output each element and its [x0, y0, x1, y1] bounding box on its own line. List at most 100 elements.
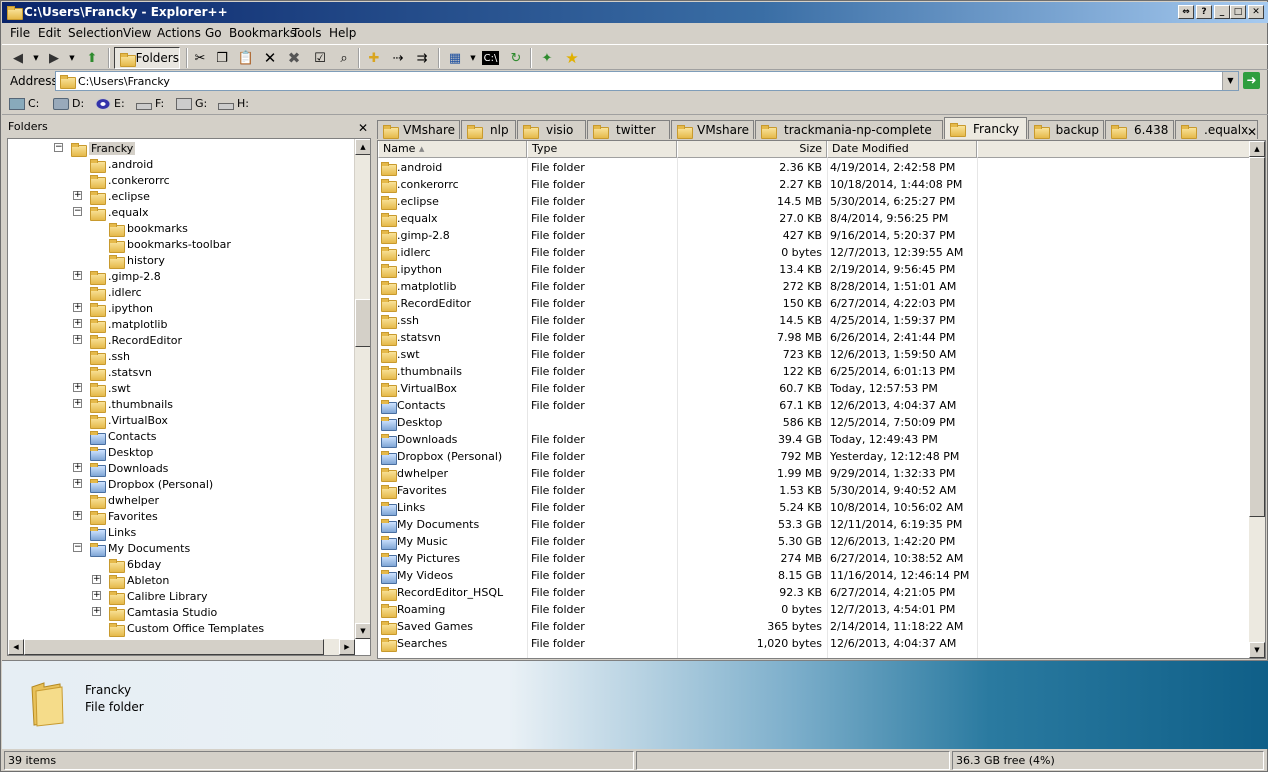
- expand-icon[interactable]: +: [73, 383, 82, 392]
- tab-vmshare[interactable]: VMshare: [377, 120, 460, 139]
- table-row[interactable]: .matplotlib File folder 272 KB 8/28/2014, 1…: [378, 278, 1250, 295]
- title-bar[interactable]: C:\Users\Francky - Explorer++ ⇔ ? _ □ ✕: [2, 2, 1268, 23]
- tree-item[interactable]: Downloads: [89, 460, 168, 477]
- drive-e[interactable]: E:: [95, 97, 125, 110]
- delete-icon[interactable]: ✖: [284, 48, 304, 68]
- table-row[interactable]: .statsvn File folder 7.98 MB 6/26/2014, 2:4…: [378, 329, 1250, 346]
- scroll-down-icon[interactable]: ▼: [1249, 642, 1265, 658]
- tab-nlp[interactable]: nlp: [461, 120, 516, 139]
- tree-item[interactable]: .VirtualBox: [89, 412, 168, 429]
- expand-icon[interactable]: +: [73, 399, 82, 408]
- tree-item[interactable]: Ableton: [108, 572, 169, 589]
- table-row[interactable]: .conkerorrc File folder 2.27 KB 10/18/2014,…: [378, 176, 1250, 193]
- menu-tools[interactable]: Tools: [292, 26, 322, 40]
- chevron-down-icon[interactable]: ▼: [1222, 72, 1238, 90]
- refresh-icon[interactable]: ↻: [506, 48, 526, 68]
- close-button[interactable]: ✕: [1248, 5, 1264, 19]
- table-row[interactable]: .gimp-2.8 File folder 427 KB 9/16/2014, 5:2…: [378, 227, 1250, 244]
- table-row[interactable]: My Videos File folder 8.15 GB 11/16/2014, 1…: [378, 567, 1250, 584]
- help-icon[interactable]: ?: [1196, 5, 1212, 19]
- table-row[interactable]: Searches File folder 1,020 bytes 12/6/2013,…: [378, 635, 1250, 652]
- drive-h[interactable]: H:: [218, 97, 249, 110]
- tree-item[interactable]: bookmarks-toolbar: [108, 236, 231, 253]
- tree-item[interactable]: Contacts: [89, 428, 157, 445]
- move-folder-icon[interactable]: ⇉: [412, 48, 432, 68]
- collapse-icon[interactable]: −: [73, 207, 82, 216]
- expand-icon[interactable]: +: [73, 271, 82, 280]
- menu-selection[interactable]: Selection: [68, 26, 123, 40]
- tree-item[interactable]: .ipython: [89, 300, 153, 317]
- tree-item[interactable]: Camtasia Studio: [108, 604, 217, 621]
- expand-icon[interactable]: +: [73, 511, 82, 520]
- drive-c[interactable]: C:: [9, 97, 39, 110]
- table-row[interactable]: .equalx File folder 27.0 KB 8/4/2014, 9:56:…: [378, 210, 1250, 227]
- up-folder-icon[interactable]: ⬆: [82, 48, 102, 68]
- views-dropdown-icon[interactable]: ▼: [463, 48, 483, 68]
- expand-icon[interactable]: +: [92, 591, 101, 600]
- table-row[interactable]: Links File folder 5.24 KB 10/8/2014, 10:56:…: [378, 499, 1250, 516]
- scroll-thumb[interactable]: [1249, 157, 1265, 517]
- tree-item[interactable]: .swt: [89, 380, 131, 397]
- scroll-up-icon[interactable]: ▲: [1249, 141, 1265, 157]
- bookmarks-star-icon[interactable]: ★: [562, 48, 582, 68]
- expand-icon[interactable]: +: [92, 607, 101, 616]
- properties-icon[interactable]: ☑: [310, 48, 330, 68]
- table-row[interactable]: .ipython File folder 13.4 KB 2/19/2014, 9:5…: [378, 261, 1250, 278]
- menu-edit[interactable]: Edit: [38, 26, 61, 40]
- forward-dropdown-icon[interactable]: ▼: [62, 48, 82, 68]
- add-bookmark-icon[interactable]: ✦: [537, 48, 557, 68]
- back-icon[interactable]: ◀: [8, 48, 28, 68]
- list-vertical-scrollbar[interactable]: ▲ ▼: [1249, 141, 1265, 658]
- copy-icon[interactable]: ❐: [212, 48, 232, 68]
- tree-item[interactable]: .ssh: [89, 348, 130, 365]
- scroll-left-icon[interactable]: ◀: [8, 639, 24, 655]
- tree-item[interactable]: .RecordEditor: [89, 332, 182, 349]
- tree-item[interactable]: Francky: [70, 140, 136, 157]
- table-row[interactable]: Contacts File folder 67.1 KB 12/6/2013, 4:0…: [378, 397, 1250, 414]
- forward-icon[interactable]: ▶: [44, 48, 64, 68]
- table-row[interactable]: Saved Games File folder 365 bytes 2/14/2014…: [378, 618, 1250, 635]
- tab--equalx[interactable]: .equalx: [1175, 120, 1258, 139]
- tab-vmshare[interactable]: VMshare: [671, 120, 754, 139]
- column-header-date[interactable]: Date Modified: [827, 141, 977, 158]
- table-row[interactable]: .idlerc File folder 0 bytes 12/7/2013, 12:3…: [378, 244, 1250, 261]
- close-icon[interactable]: ✕: [358, 121, 368, 135]
- menu-view[interactable]: View: [123, 26, 151, 40]
- column-header-type[interactable]: Type: [527, 141, 677, 158]
- tab-6-438[interactable]: 6.438: [1105, 120, 1174, 139]
- tree-item[interactable]: Favorites: [89, 508, 158, 525]
- table-row[interactable]: .eclipse File folder 14.5 MB 5/30/2014, 6:2…: [378, 193, 1250, 210]
- tree-item[interactable]: Desktop: [89, 444, 153, 461]
- table-row[interactable]: .VirtualBox File folder 60.7 KB Today, 12:5…: [378, 380, 1250, 397]
- table-row[interactable]: My Pictures File folder 274 MB 6/27/2014, 1…: [378, 550, 1250, 567]
- drive-d[interactable]: D:: [53, 97, 84, 110]
- collapse-icon[interactable]: −: [73, 543, 82, 552]
- tree-item[interactable]: history: [108, 252, 165, 269]
- tree-item[interactable]: Links: [89, 524, 136, 541]
- tree-item[interactable]: .gimp-2.8: [89, 268, 161, 285]
- minimize-button[interactable]: _: [1214, 5, 1230, 19]
- address-input[interactable]: C:\Users\Francky ▼: [55, 71, 1239, 91]
- scroll-thumb[interactable]: [24, 639, 324, 655]
- tree-item[interactable]: Custom Office Templates: [108, 620, 264, 637]
- expand-icon[interactable]: +: [73, 319, 82, 328]
- tree-item[interactable]: .statsvn: [89, 364, 152, 381]
- table-row[interactable]: My Documents File folder 53.3 GB 12/11/2014…: [378, 516, 1250, 533]
- tab-backup[interactable]: backup: [1028, 120, 1104, 139]
- expand-icon[interactable]: +: [73, 191, 82, 200]
- table-row[interactable]: My Music File folder 5.30 GB 12/6/2013, 1:4…: [378, 533, 1250, 550]
- tree-item[interactable]: dwhelper: [89, 492, 159, 509]
- menu-help[interactable]: Help: [329, 26, 356, 40]
- table-row[interactable]: .thumbnails File folder 122 KB 6/25/2014, 6…: [378, 363, 1250, 380]
- tree-item[interactable]: .conkerorrc: [89, 172, 170, 189]
- tree-item[interactable]: .matplotlib: [89, 316, 167, 333]
- scroll-down-icon[interactable]: ▼: [355, 623, 370, 639]
- tree-item[interactable]: Calibre Library: [108, 588, 208, 605]
- paste-icon[interactable]: 📋: [236, 48, 256, 68]
- table-row[interactable]: .swt File folder 723 KB 12/6/2013, 1:59:50 …: [378, 346, 1250, 363]
- cut-icon[interactable]: ✂: [190, 48, 210, 68]
- column-header-size[interactable]: Size: [677, 141, 827, 158]
- folders-toggle-button[interactable]: Folders: [114, 47, 180, 69]
- table-row[interactable]: Downloads File folder 39.4 GB Today, 12:49:…: [378, 431, 1250, 448]
- table-row[interactable]: .ssh File folder 14.5 KB 4/25/2014, 1:59:37…: [378, 312, 1250, 329]
